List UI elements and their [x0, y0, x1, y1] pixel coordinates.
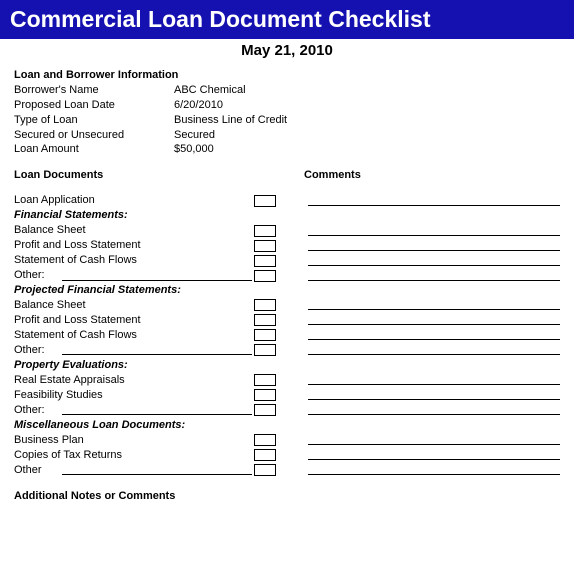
- doc-row: Other:: [14, 343, 560, 358]
- loan-date-label: Proposed Loan Date: [14, 98, 174, 113]
- doc-row: Other:: [14, 268, 560, 283]
- doc-row: Copies of Tax Returns: [14, 448, 560, 463]
- doc-row: Balance Sheet: [14, 298, 560, 313]
- comment-line[interactable]: [308, 450, 560, 460]
- doc-row: Balance Sheet: [14, 223, 560, 238]
- info-row: Loan Amount $50,000: [14, 142, 560, 157]
- doc-row: Other:: [14, 403, 560, 418]
- checkbox[interactable]: [254, 344, 276, 356]
- other-fillin-line[interactable]: [62, 405, 252, 415]
- columns-header: Loan Documents Comments: [14, 169, 560, 181]
- borrower-name-value: ABC Chemical: [174, 83, 246, 98]
- date-heading: May 21, 2010: [0, 39, 574, 69]
- checkbox[interactable]: [254, 374, 276, 386]
- doc-row: Feasibility Studies: [14, 388, 560, 403]
- other-label: Other:: [14, 403, 62, 418]
- comment-line[interactable]: [308, 300, 560, 310]
- checkbox[interactable]: [254, 270, 276, 282]
- loan-application-label: Loan Application: [14, 193, 254, 208]
- property-evaluations-heading: Property Evaluations:: [14, 358, 560, 373]
- checkbox[interactable]: [254, 464, 276, 476]
- other-label: Other:: [14, 268, 62, 283]
- comment-line[interactable]: [308, 345, 560, 355]
- amount-value: $50,000: [174, 142, 214, 157]
- comment-line[interactable]: [308, 196, 560, 206]
- info-row: Proposed Loan Date 6/20/2010: [14, 98, 560, 113]
- doc-row: Loan Application: [14, 193, 560, 208]
- balance-sheet-label: Balance Sheet: [14, 223, 254, 238]
- comment-line[interactable]: [308, 315, 560, 325]
- tax-returns-label: Copies of Tax Returns: [14, 448, 254, 463]
- doc-row: Other: [14, 463, 560, 478]
- comment-line[interactable]: [308, 390, 560, 400]
- checkbox[interactable]: [254, 314, 276, 326]
- comments-heading: Comments: [304, 169, 361, 181]
- loan-type-value: Business Line of Credit: [174, 113, 287, 128]
- comment-line[interactable]: [308, 271, 560, 281]
- appraisals-label: Real Estate Appraisals: [14, 373, 254, 388]
- projected-statements-heading: Projected Financial Statements:: [14, 283, 560, 298]
- borrower-info-heading: Loan and Borrower Information: [14, 69, 560, 81]
- checkbox[interactable]: [254, 449, 276, 461]
- other-fillin-line[interactable]: [62, 271, 252, 281]
- cashflow-label: Statement of Cash Flows: [14, 328, 254, 343]
- other-label: Other:: [14, 343, 62, 358]
- checkbox[interactable]: [254, 404, 276, 416]
- checkbox[interactable]: [254, 195, 276, 207]
- comment-line[interactable]: [308, 465, 560, 475]
- additional-notes-heading: Additional Notes or Comments: [14, 490, 560, 502]
- feasibility-label: Feasibility Studies: [14, 388, 254, 403]
- doc-row: Real Estate Appraisals: [14, 373, 560, 388]
- other-fillin-line[interactable]: [62, 345, 252, 355]
- checkbox[interactable]: [254, 299, 276, 311]
- title-banner: Commercial Loan Document Checklist: [0, 0, 574, 39]
- business-plan-label: Business Plan: [14, 433, 254, 448]
- misc-documents-heading: Miscellaneous Loan Documents:: [14, 418, 560, 433]
- secured-label: Secured or Unsecured: [14, 128, 174, 143]
- secured-value: Secured: [174, 128, 215, 143]
- borrower-name-label: Borrower's Name: [14, 83, 174, 98]
- doc-row: Statement of Cash Flows: [14, 328, 560, 343]
- financial-statements-heading: Financial Statements:: [14, 208, 560, 223]
- profit-loss-label: Profit and Loss Statement: [14, 313, 254, 328]
- info-row: Type of Loan Business Line of Credit: [14, 113, 560, 128]
- checkbox[interactable]: [254, 225, 276, 237]
- loan-documents-heading: Loan Documents: [14, 169, 304, 181]
- info-row: Borrower's Name ABC Chemical: [14, 83, 560, 98]
- comment-line[interactable]: [308, 330, 560, 340]
- comment-line[interactable]: [308, 256, 560, 266]
- comment-line[interactable]: [308, 405, 560, 415]
- doc-row: Business Plan: [14, 433, 560, 448]
- comment-line[interactable]: [308, 375, 560, 385]
- doc-row: Statement of Cash Flows: [14, 253, 560, 268]
- comment-line[interactable]: [308, 226, 560, 236]
- checkbox[interactable]: [254, 389, 276, 401]
- loan-type-label: Type of Loan: [14, 113, 174, 128]
- other-label: Other: [14, 463, 62, 478]
- checkbox[interactable]: [254, 255, 276, 267]
- comment-line[interactable]: [308, 435, 560, 445]
- comment-line[interactable]: [308, 241, 560, 251]
- cashflow-label: Statement of Cash Flows: [14, 253, 254, 268]
- other-fillin-line[interactable]: [62, 465, 252, 475]
- amount-label: Loan Amount: [14, 142, 174, 157]
- checkbox[interactable]: [254, 434, 276, 446]
- loan-date-value: 6/20/2010: [174, 98, 223, 113]
- info-row: Secured or Unsecured Secured: [14, 128, 560, 143]
- doc-row: Profit and Loss Statement: [14, 313, 560, 328]
- doc-row: Profit and Loss Statement: [14, 238, 560, 253]
- profit-loss-label: Profit and Loss Statement: [14, 238, 254, 253]
- checkbox[interactable]: [254, 329, 276, 341]
- balance-sheet-label: Balance Sheet: [14, 298, 254, 313]
- checkbox[interactable]: [254, 240, 276, 252]
